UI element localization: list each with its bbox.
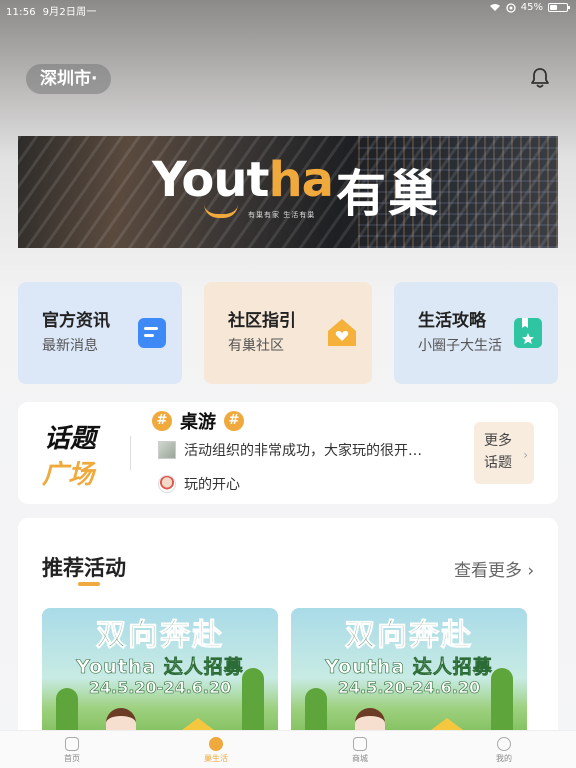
topic-post[interactable]: 活动组织的非常成功，大家玩的很开… [158, 440, 422, 460]
topic-square-title-2: 广场 [42, 460, 95, 490]
tab-life[interactable]: 巢生活 [186, 737, 246, 764]
more-topics-button[interactable]: 更多 话题 › [474, 422, 534, 484]
topic-name: 桌游 [180, 412, 216, 433]
topic-post-text: 活动组织的非常成功，大家玩的很开… [184, 443, 422, 459]
status-bar: 11:56 9月2日周一 45% [0, 0, 576, 18]
news-card-icon [138, 318, 166, 348]
avatar [158, 475, 176, 493]
tab-profile[interactable]: 我的 [474, 737, 534, 764]
status-time-text: 11:56 [6, 7, 36, 18]
tab-home[interactable]: 首页 [42, 737, 102, 764]
bell-icon[interactable] [528, 66, 552, 90]
city-selector[interactable]: 深圳市· [26, 64, 112, 94]
poster-date: 24.5.20-24.6.20 [337, 678, 481, 698]
topic-post-text: 玩的开心 [184, 477, 240, 493]
title-underline [78, 582, 100, 586]
chevron-right-icon: › [523, 448, 528, 462]
divider [130, 436, 131, 470]
wifi-icon [489, 4, 500, 11]
tab-label: 首页 [64, 754, 80, 763]
see-more-link[interactable]: 查看更多 › [454, 556, 534, 581]
battery-percent: 45% [520, 2, 543, 13]
city-label: 深圳市· [40, 69, 98, 89]
bottom-tab-bar: 首页 巢生活 商城 我的 [0, 730, 576, 768]
banner-logo-accent: ha [268, 152, 334, 208]
tab-label: 我的 [496, 754, 512, 763]
poster-subline: Youtha 达人招募 [325, 656, 493, 679]
poster-headline: 双向奔赴 [345, 618, 473, 654]
poster-date: 24.5.20-24.6.20 [88, 678, 232, 698]
see-more-label: 查看更多 [454, 561, 522, 581]
banner-logo-main: Yout [152, 152, 269, 208]
user-icon [497, 737, 511, 751]
home-icon [65, 737, 79, 751]
tab-mall[interactable]: 商城 [330, 737, 390, 764]
topic-post[interactable]: 玩的开心 [158, 474, 240, 494]
section-title: 推荐活动 [42, 556, 126, 580]
orientation-lock-icon [506, 2, 516, 13]
hero-banner[interactable]: Youtha 有巢 有巢有家 生活有巢 [18, 136, 558, 248]
compass-icon [209, 737, 223, 751]
topic-square-card[interactable]: 话题 广场 # 桌游 # 活动组织的非常成功，大家玩的很开… 玩的开心 更多 话… [18, 402, 558, 504]
quick-link-community-guide[interactable]: 社区指引 有巢社区 [204, 282, 372, 384]
quick-link-official-news[interactable]: 官方资讯 最新消息 [18, 282, 182, 384]
poster-headline: 双向奔赴 [96, 618, 224, 654]
tab-label: 商城 [352, 754, 368, 763]
shopping-bag-icon [353, 737, 367, 751]
poster-subline: Youtha 达人招募 [76, 656, 244, 679]
home-heart-icon [328, 319, 356, 346]
banner-logo-cn: 有巢 [336, 164, 440, 223]
banner-logo-en: Youtha [152, 152, 334, 208]
quick-link-life-guide[interactable]: 生活攻略 小圈子大生活 [394, 282, 558, 384]
hash-icon: # [152, 411, 172, 431]
status-indicators: 45% [489, 2, 570, 13]
status-time: 11:56 9月2日周一 [6, 3, 97, 18]
topic-square-title-1: 话题 [44, 424, 97, 454]
banner-tagline: 有巢有家 生活有巢 [248, 211, 316, 219]
activity-poster[interactable]: 双向奔赴 Youtha 达人招募 24.5.20-24.6.20 [291, 608, 527, 748]
activity-poster[interactable]: 双向奔赴 Youtha 达人招募 24.5.20-24.6.20 [42, 608, 278, 748]
banner-logo-smile [204, 204, 238, 218]
post-thumbnail [158, 441, 176, 459]
hash-icon: # [224, 411, 244, 431]
status-date-text: 9月2日周一 [42, 7, 97, 18]
chevron-right-icon: › [522, 561, 535, 581]
topic-header[interactable]: # 桌游 # [152, 408, 244, 434]
battery-icon [548, 3, 570, 12]
bookmark-star-icon [514, 318, 542, 348]
tab-label: 巢生活 [204, 754, 228, 763]
